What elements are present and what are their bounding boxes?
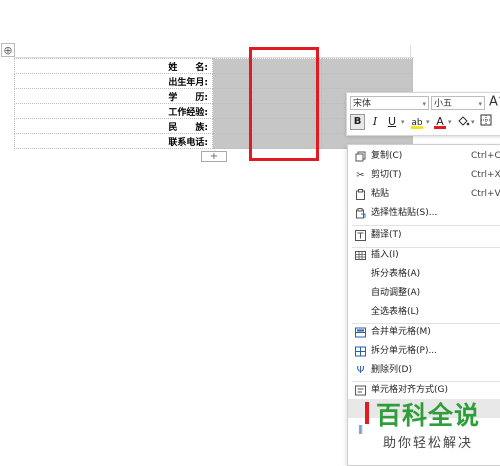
field-label-phone: 联系电话: (168, 138, 208, 148)
field-label-name: 姓 名: (168, 63, 208, 73)
menu-item-insert[interactable]: 插入(I) (348, 246, 500, 265)
font-name-value: 宋体 (353, 99, 372, 109)
menu-item-shortcut: Ctrl+X (471, 170, 500, 180)
table-cell-selected[interactable] (212, 133, 251, 149)
menu-item-label: 全选表格(L) (371, 307, 420, 317)
table-cell[interactable]: 民 族: (14, 118, 213, 134)
merge-cells-icon (355, 327, 366, 338)
copy-icon (355, 151, 366, 162)
field-label-ethnicity: 民 族: (168, 123, 208, 133)
menu-item-paste-special[interactable]: 选择性粘贴(S)... (348, 204, 500, 223)
menu-item-label: 合并单元格(M) (371, 327, 431, 337)
table-row: 出生年月: (14, 73, 413, 89)
table-cell[interactable]: 姓 名: (14, 58, 213, 74)
table-cell-selected[interactable] (212, 103, 251, 119)
table-row: 姓 名: (14, 58, 413, 74)
menu-item-label: 自动调整(A) (371, 288, 421, 298)
chevron-down-icon: ▾ (478, 100, 482, 108)
font-name-select[interactable]: 宋体 ▾ (350, 96, 429, 110)
menu-item-shortcut: Ctrl+C (471, 151, 500, 161)
chevron-down-icon[interactable]: ▾ (426, 114, 430, 130)
menu-item-auto-adjust[interactable]: 自动调整(A) (348, 284, 500, 303)
table-cell-selected[interactable] (321, 73, 413, 89)
bold-button[interactable]: B (350, 114, 365, 130)
font-color-bar (434, 126, 446, 129)
table-cell[interactable]: 学 历: (14, 88, 213, 104)
table-cell[interactable]: 出生年月: (14, 73, 213, 89)
border-icon (480, 114, 492, 126)
chevron-down-icon[interactable]: ▾ (401, 114, 405, 130)
menu-item-label: 插入(I) (371, 250, 399, 260)
table-cell[interactable]: 工作经验: (14, 103, 213, 119)
paste-icon (355, 189, 366, 200)
plus-icon: + (209, 151, 219, 162)
field-label-birth: 出生年月: (168, 78, 208, 88)
watermark-red-bar (365, 402, 369, 424)
chevron-down-icon[interactable]: ▾ (471, 114, 475, 130)
menu-item-label: 剪切(T) (371, 170, 402, 180)
table-cell-selected[interactable] (212, 88, 251, 104)
watermark-title: 百科全说 (376, 401, 481, 430)
highlight-button[interactable]: ab (409, 114, 425, 130)
font-color-button[interactable]: A (433, 114, 447, 130)
table-cell-selected[interactable] (212, 58, 251, 74)
add-row-button[interactable]: + (201, 151, 227, 162)
insert-table-icon (355, 250, 366, 261)
watermark-subtitle: 助你轻松解决 (383, 436, 474, 451)
italic-icon: I (372, 115, 378, 128)
chevron-down-icon: ▾ (422, 100, 426, 108)
menu-item-select-table[interactable]: 全选表格(L) (348, 303, 500, 322)
highlight-color-bar (411, 126, 423, 129)
move-icon: ⊕ (3, 44, 13, 57)
menu-item-label: 翻译(T) (371, 230, 402, 240)
underline-button[interactable]: U (384, 114, 400, 130)
chevron-down-icon[interactable]: ▾ (448, 114, 452, 130)
cell-align-icon (355, 385, 366, 396)
menu-item-label: 拆分单元格(P)... (371, 346, 438, 356)
menu-item-copy[interactable]: 复制(C) Ctrl+C (348, 147, 500, 166)
menu-item-paste[interactable]: 粘贴 Ctrl+V (348, 185, 500, 204)
menu-item-split-cells[interactable]: 拆分单元格(P)... (348, 342, 500, 361)
menu-item-label: 粘贴 (371, 189, 390, 199)
menu-item-label: 拆分表格(A) (371, 269, 421, 279)
paste-special-icon (355, 208, 366, 219)
underline-icon: U (387, 115, 397, 128)
menu-item-shortcut: Ctrl+V (471, 189, 500, 199)
menu-item-cut[interactable]: ✂ 剪切(T) Ctrl+X (348, 166, 500, 185)
menu-item-label: 选择性粘贴(S)... (371, 208, 438, 218)
table-cell-selected[interactable] (212, 73, 251, 89)
table-cell-selected[interactable] (212, 118, 251, 134)
table-cell[interactable]: 联系电话: (14, 133, 213, 149)
translate-icon (355, 230, 366, 241)
menu-item-translate[interactable]: 翻译(T) (348, 226, 500, 245)
menu-item-delete-column[interactable]: Ψ 删除列(D) (348, 361, 500, 380)
bold-icon: B (353, 116, 362, 127)
delete-column-icon: Ψ (356, 365, 365, 376)
italic-button[interactable]: I (369, 114, 381, 130)
field-label-education: 学 历: (168, 93, 208, 103)
shading-button[interactable] (456, 114, 470, 130)
scissors-icon: ✂ (356, 170, 365, 181)
table-cell-selected[interactable] (321, 58, 413, 74)
paint-bucket-icon (457, 116, 469, 126)
mini-format-toolbar: 宋体 ▾ 小五 ▾ A+ B I U ▾ ab ▾ A ▾ ▾ (346, 92, 500, 136)
font-size-select[interactable]: 小五 ▾ (431, 96, 485, 110)
border-button[interactable] (479, 114, 493, 130)
font-size-value: 小五 (434, 99, 453, 109)
grow-font-button[interactable]: A+ (489, 94, 500, 109)
split-cells-icon (355, 346, 366, 357)
menu-item-split-table[interactable]: 拆分表格(A) (348, 265, 500, 284)
annotation-highlight-box (249, 47, 319, 161)
menu-item-merge-cells[interactable]: 合并单元格(M) (348, 323, 500, 342)
table-move-handle[interactable]: ⊕ (1, 43, 15, 57)
field-label-experience: 工作经验: (168, 108, 208, 118)
menu-item-label: 删除列(D) (371, 365, 412, 375)
menu-item-label: 复制(C) (371, 151, 403, 161)
watermark-logo: 百科全说 助你轻松解决 (364, 396, 500, 458)
grow-font-icon: A (489, 94, 498, 110)
